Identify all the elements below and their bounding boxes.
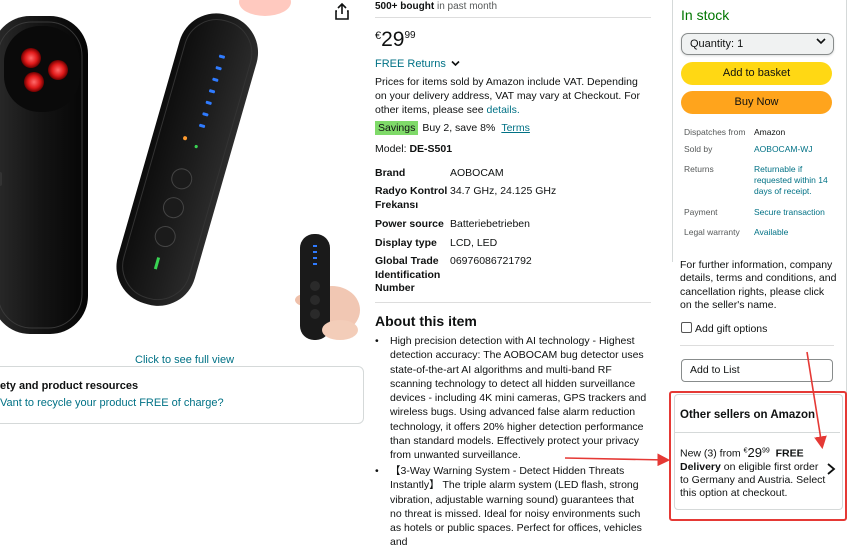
gift-options-checkbox[interactable]: Add gift options	[681, 322, 767, 335]
vat-details-link[interactable]: details.	[486, 104, 519, 116]
share-icon[interactable]	[332, 2, 352, 22]
chevron-down-icon	[451, 60, 460, 67]
info-key: Dispatches from	[684, 127, 746, 137]
offer-price: €2999	[744, 444, 770, 460]
product-resources-box	[0, 366, 364, 424]
further-info-text: For further information, company details…	[680, 259, 837, 311]
returns-link[interactable]: Returnable if requested within 14 days o…	[754, 164, 834, 197]
free-returns-label: FREE Returns	[375, 58, 446, 70]
offer-delivery-word: Delivery	[680, 460, 721, 473]
model-label: Model:	[375, 143, 410, 155]
info-key: Legal warranty	[684, 227, 740, 237]
spec-value: LCD, LED	[450, 237, 498, 249]
savings-badge: Savings	[375, 121, 419, 135]
info-key: Payment	[684, 207, 718, 217]
spec-value: 06976086721792	[450, 255, 532, 267]
spec-key: Global Trade Identification Number	[375, 255, 441, 294]
about-title: About this item	[375, 313, 477, 329]
vat-notice: Prices for items sold by Amazon include …	[375, 75, 649, 118]
warranty-link[interactable]: Available	[754, 227, 834, 238]
savings-terms-link[interactable]: Terms	[501, 122, 530, 134]
bullet-dot: •	[375, 465, 379, 477]
add-to-list-button[interactable]: Add to List	[681, 359, 833, 382]
bullet-text: 【3-Way Warning System - Detect Hidden Th…	[390, 465, 642, 549]
price-whole: 29	[381, 28, 405, 51]
spec-key: Display type	[375, 237, 437, 249]
info-key: Returns	[684, 164, 714, 174]
chevron-down-icon	[816, 37, 826, 48]
divider	[375, 302, 651, 303]
free-returns-link[interactable]: FREE Returns	[375, 58, 460, 70]
stock-status: In stock	[681, 7, 730, 23]
add-to-list-label: Add to List	[690, 364, 740, 376]
model-row: Model: DE-S501	[375, 143, 452, 155]
recycle-link[interactable]: Vant to recycle your product FREE of cha…	[0, 397, 224, 409]
bought-count: 500+ bought in past month	[375, 1, 497, 12]
offer-count: New (3) from	[680, 447, 744, 460]
spec-key: Radyo Kontrol Frekansı	[375, 185, 448, 211]
checkbox-icon[interactable]	[681, 322, 692, 333]
bought-count-suffix: in past month	[434, 1, 497, 12]
price-fraction: 99	[404, 30, 416, 41]
model-value: DE-S501	[409, 143, 453, 155]
price: €2999	[375, 28, 416, 52]
gift-options-label: Add gift options	[695, 323, 768, 335]
full-view-link[interactable]: Click to see full view	[135, 354, 234, 366]
divider	[680, 345, 834, 346]
spec-value: Batteriebetrieben	[450, 218, 530, 230]
add-to-basket-button[interactable]: Add to basket	[681, 62, 832, 85]
price-currency: €	[375, 30, 382, 42]
spec-value: AOBOCAM	[450, 167, 504, 179]
divider	[375, 17, 651, 18]
offer-price-fraction: 99	[761, 447, 770, 454]
chevron-right-icon[interactable]	[826, 462, 836, 479]
seller-link[interactable]: AOBOCAM-WJ	[754, 144, 834, 155]
spec-key: Brand	[375, 167, 406, 179]
product-image[interactable]	[0, 0, 365, 355]
buy-now-button[interactable]: Buy Now	[681, 91, 832, 114]
divider	[674, 432, 840, 433]
buybox-border	[672, 0, 673, 262]
quantity-label: Quantity: 1	[690, 38, 744, 50]
bullet-text: High precision detection with AI technol…	[390, 335, 647, 462]
info-key: Sold by	[684, 144, 713, 154]
other-sellers-title: Other sellers on Amazon	[680, 409, 816, 421]
payment-link[interactable]: Secure transaction	[754, 207, 834, 218]
quantity-select[interactable]: Quantity: 1	[681, 33, 834, 55]
savings-row: Savings Buy 2, save 8% Terms	[375, 121, 530, 135]
bullet-dot: •	[375, 335, 379, 347]
info-value: Amazon	[754, 127, 786, 137]
savings-text: Buy 2, save 8%	[422, 122, 496, 134]
bought-count-value: 500+ bought	[375, 1, 435, 12]
product-image-gallery[interactable]	[0, 0, 365, 355]
other-sellers-offer[interactable]: New (3) from €2999 FREE Delivery on elig…	[680, 444, 826, 501]
list-item: • 【3-Way Warning System - Detect Hidden …	[375, 464, 647, 550]
spec-key: Power source	[375, 218, 444, 230]
list-item: • High precision detection with AI techn…	[375, 334, 647, 463]
spec-value: 34.7 GHz, 24.125 GHz	[450, 185, 557, 197]
offer-price-whole: 29	[747, 444, 762, 460]
offer-free-label: FREE	[775, 447, 804, 460]
product-resources-title: ety and product resources	[0, 380, 139, 392]
